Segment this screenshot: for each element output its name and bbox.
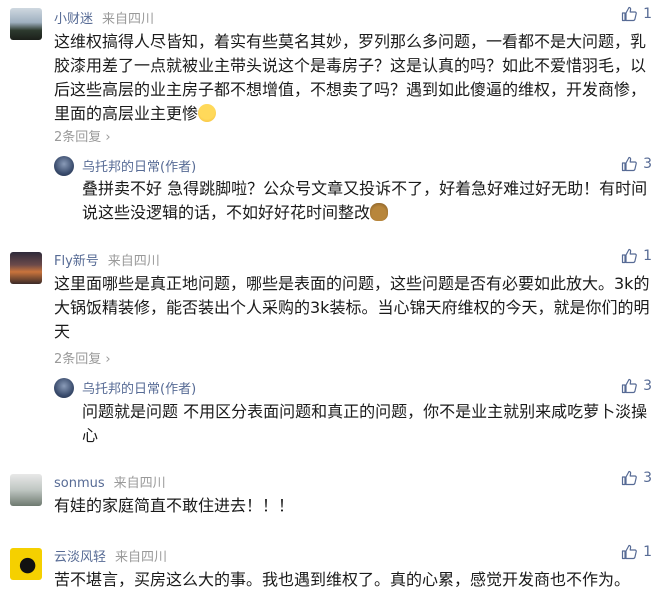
like-button[interactable]: 1 xyxy=(621,544,652,560)
avatar[interactable] xyxy=(10,548,42,580)
reply-text: 叠拼卖不好 急得跳脚啦？公众号文章又投诉不了，好着急好难过好无助！有时间说这些没… xyxy=(82,177,656,225)
like-count: 3 xyxy=(643,470,652,486)
comment-body: 这维权搞得人尽皆知，着实有些莫名其妙，罗列那么多问题，一看都不是大问题，乳胶漆用… xyxy=(54,32,647,123)
reply-text: 问题就是问题 不用区分表面问题和真正的问题，你不是业主就别来咸吃萝卜淡操心 xyxy=(82,402,648,445)
location: 来自四川 xyxy=(102,12,155,27)
comment: 云淡风轻 来自四川 1 苦不堪言，买房这么大的事。我也遇到维权了。真的心累，感觉开… xyxy=(0,544,668,602)
reply-header: 乌托邦的日常(作者) xyxy=(82,156,196,175)
like-button[interactable]: 1 xyxy=(621,6,652,22)
like-count: 1 xyxy=(643,248,652,264)
reply: 乌托邦的日常(作者) 3 叠拼卖不好 急得跳脚啦？公众号文章又投诉不了，好着急好… xyxy=(0,150,668,230)
thumbs-up-icon xyxy=(621,156,637,172)
like-button[interactable]: 1 xyxy=(621,248,652,264)
comment-header: 云淡风轻 来自四川 xyxy=(54,546,167,565)
username[interactable]: sonmus xyxy=(54,476,105,491)
pleading-face-emoji xyxy=(198,104,217,122)
reply-body: 叠拼卖不好 急得跳脚啦？公众号文章又投诉不了，好着急好难过好无助！有时间说这些没… xyxy=(82,179,648,222)
view-replies-link[interactable]: 2条回复 › xyxy=(54,348,111,367)
comment-header: Fly新号 来自四川 xyxy=(54,250,160,269)
avatar[interactable] xyxy=(10,474,42,506)
username[interactable]: Fly新号 xyxy=(54,254,99,269)
chevron-right-icon: › xyxy=(101,130,111,145)
comment-text: 这里面哪些是真正地问题，哪些是表面的问题，这些问题是否有必要如此放大。3k的大锅… xyxy=(54,274,650,341)
like-button[interactable]: 3 xyxy=(621,470,652,486)
like-count: 1 xyxy=(643,544,652,560)
location: 来自四川 xyxy=(115,550,168,565)
like-button[interactable]: 3 xyxy=(621,378,652,394)
comment-header: 小财迷 来自四川 xyxy=(54,8,154,27)
reply: 乌托邦的日常(作者) 3 问题就是问题 不用区分表面问题和真正的问题，你不是业主… xyxy=(0,372,668,452)
poop-emoji xyxy=(370,203,389,221)
comment-text: 有娃的家庭简直不敢住进去！！！ xyxy=(54,496,295,515)
thumbs-up-icon xyxy=(621,544,637,560)
reply-header: 乌托邦的日常(作者) xyxy=(82,378,196,397)
username[interactable]: 小财迷 xyxy=(54,12,93,27)
like-count: 1 xyxy=(643,6,652,22)
author-badge: (作者) xyxy=(160,160,197,175)
thumbs-up-icon xyxy=(621,470,637,486)
like-count: 3 xyxy=(643,378,652,394)
comment: Fly新号 来自四川 1 这里面哪些是真正地问题，哪些是表面的问题，这些问题是否有… xyxy=(0,248,668,367)
comment-header: sonmus 来自四川 xyxy=(54,472,166,491)
location: 来自四川 xyxy=(107,254,160,269)
comment-text: 这维权搞得人尽皆知，着实有些莫名其妙，罗列那么多问题，一看都不是大问题，乳胶漆用… xyxy=(54,30,656,126)
thumbs-up-icon xyxy=(621,378,637,394)
username[interactable]: 乌托邦的日常 xyxy=(82,382,160,397)
comment-text: 苦不堪言，买房这么大的事。我也遇到维权了。真的心累，感觉开发商也不作为。 xyxy=(54,570,631,589)
view-replies-label: 2条回复 xyxy=(54,352,102,367)
like-count: 3 xyxy=(643,156,652,172)
thumbs-up-icon xyxy=(621,6,637,22)
view-replies-label: 2条回复 xyxy=(54,130,102,145)
username[interactable]: 云淡风轻 xyxy=(54,550,106,565)
like-button[interactable]: 3 xyxy=(621,156,652,172)
comment: 小财迷 来自四川 1 这维权搞得人尽皆知，着实有些莫名其妙，罗列那么多问题，一看都… xyxy=(0,0,668,148)
chevron-right-icon: › xyxy=(101,352,111,367)
username[interactable]: 乌托邦的日常 xyxy=(82,160,160,175)
avatar[interactable] xyxy=(54,378,74,398)
avatar[interactable] xyxy=(10,8,42,40)
comment: sonmus 来自四川 3 有娃的家庭简直不敢住进去！！！ xyxy=(0,470,668,520)
thumbs-up-icon xyxy=(621,248,637,264)
location: 来自四川 xyxy=(113,476,166,491)
view-replies-link[interactable]: 2条回复 › xyxy=(54,126,111,145)
avatar[interactable] xyxy=(54,156,74,176)
avatar[interactable] xyxy=(10,252,42,284)
author-badge: (作者) xyxy=(160,382,197,397)
